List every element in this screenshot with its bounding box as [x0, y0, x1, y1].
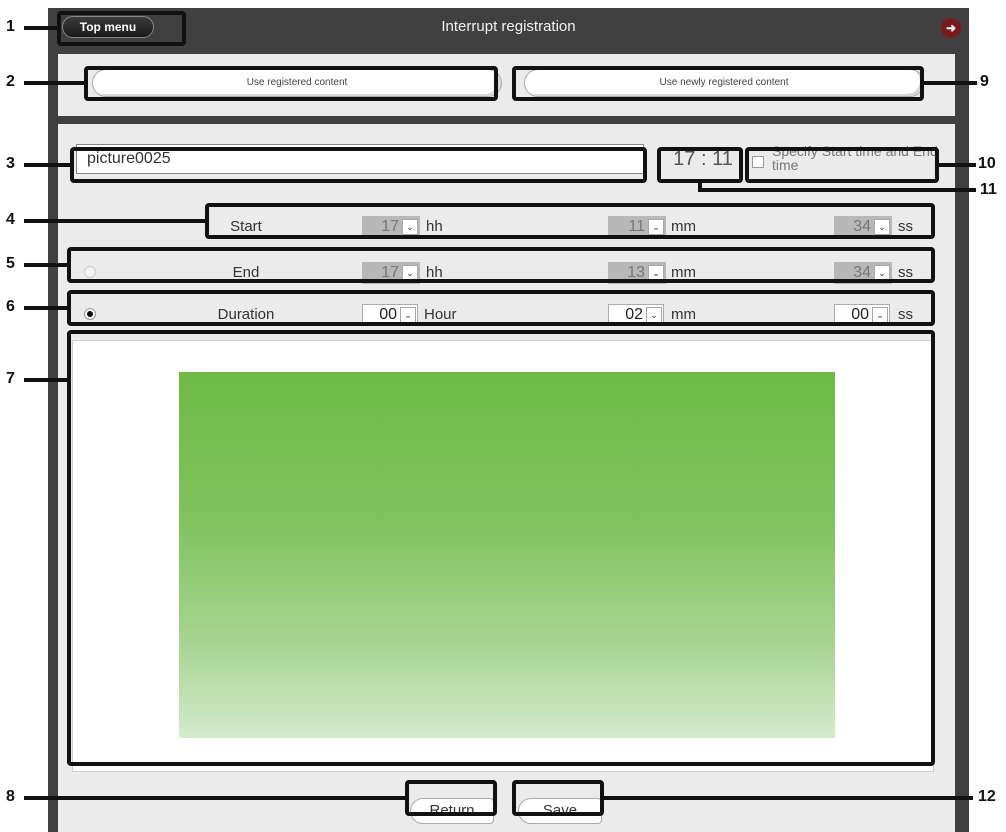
callout-line-9 — [923, 81, 977, 85]
callout-line-1 — [24, 26, 58, 30]
callout-number-3: 3 — [6, 155, 15, 172]
callout-line-11b — [698, 188, 976, 192]
page-title: Interrupt registration — [441, 18, 576, 35]
callout-line-5 — [24, 263, 68, 267]
callout-box-4 — [205, 203, 935, 239]
callout-line-12 — [603, 796, 973, 800]
callout-number-10: 10 — [978, 155, 996, 172]
callout-line-4 — [24, 219, 206, 223]
callout-box-3 — [70, 147, 647, 183]
callout-number-6: 6 — [6, 298, 15, 315]
callout-number-7: 7 — [6, 370, 15, 387]
callout-box-5 — [67, 247, 935, 283]
callout-number-9: 9 — [980, 73, 989, 90]
callout-number-8: 8 — [6, 788, 15, 805]
callout-number-11: 11 — [980, 181, 997, 198]
callout-number-12: 12 — [978, 788, 996, 805]
callout-number-4: 4 — [6, 211, 15, 228]
logout-icon[interactable]: ➜ — [941, 18, 961, 38]
callout-line-6 — [24, 306, 68, 310]
callout-number-2: 2 — [6, 73, 15, 90]
callout-line-8 — [24, 796, 406, 800]
callout-box-11 — [657, 147, 743, 183]
callout-box-12 — [512, 780, 604, 816]
callout-box-8 — [405, 780, 497, 816]
callout-number-5: 5 — [6, 255, 15, 272]
callout-number-1: 1 — [6, 18, 15, 35]
callout-line-10 — [938, 163, 976, 167]
callout-box-9 — [512, 66, 924, 101]
title-bar: Top menu Interrupt registration ➜ — [48, 8, 969, 44]
callout-box-6 — [67, 290, 935, 326]
callout-line-2 — [24, 81, 85, 85]
callout-line-7 — [24, 378, 68, 382]
callout-line-3 — [24, 163, 71, 167]
callout-box-1 — [57, 11, 186, 46]
callout-box-7 — [67, 330, 935, 766]
callout-box-2 — [84, 66, 498, 101]
callout-box-10 — [745, 147, 939, 183]
